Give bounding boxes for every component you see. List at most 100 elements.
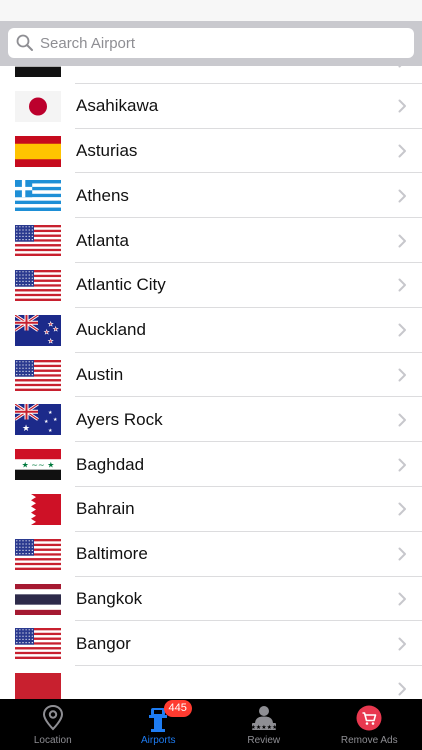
location-pin-icon [42,705,63,731]
airport-row[interactable]: Baltimore [0,532,422,577]
tab-location-label: Location [33,735,72,746]
chevron-right-icon [398,413,406,427]
svg-text:★ ~~ ★: ★ ~~ ★ [22,461,55,470]
flag-image [15,359,61,391]
tab-review-label: Review [247,735,281,746]
airport-name: Atlanta [76,230,129,250]
airport-row[interactable] [0,666,422,699]
airport-row[interactable]: Austin [0,353,422,398]
flag-image: ★ ★ ★ ★ ★ [15,404,61,436]
tab-airports[interactable]: 445 Airports [106,699,212,750]
new-zealand-flag: ★★★★ [15,314,61,346]
airport-name: Asahikawa [76,96,159,116]
search-bar: Search Airport [0,21,422,66]
tab-remove-ads-label: Remove Ads [340,735,398,746]
chevron-right-icon [398,502,406,516]
usa-flag [15,538,61,570]
iraq-flag: ★ ~~ ★ [15,449,61,481]
airport-list[interactable]: ★ ~~ ★ Arbil Asahikawa Asturias Athens Atlant… [0,66,422,699]
svg-text:★: ★ [44,329,49,336]
flag-image [15,90,61,122]
search-icon [16,34,33,51]
chevron-right-icon [398,278,406,292]
tab-bar: Location 445 Airports ★★★★★ Review Remov… [0,699,422,750]
airport-name: Athens [76,185,129,205]
greece-flag [15,180,61,212]
svg-text:★: ★ [44,419,49,425]
reviewer-icon: ★★★★★ [251,706,277,731]
flag-image [15,135,61,167]
airport-row[interactable]: ★ ~~ ★ Baghdad [0,442,422,487]
flag-image [15,538,61,570]
usa-flag [15,225,61,257]
australia-flag: ★★★★★ [15,404,61,436]
chevron-right-icon [398,547,406,561]
tab-remove-ads[interactable]: Remove Ads [317,699,422,750]
airport-name: Bahrain [76,499,135,519]
bahrain-flag [15,493,61,525]
svg-text:★: ★ [48,410,53,416]
flag-image [15,493,61,525]
chevron-right-icon [398,592,406,606]
usa-flag [15,359,61,391]
chevron-right-icon [398,323,406,337]
airport-row[interactable]: ★ ~~ ★ Arbil [0,66,422,84]
tab-airports-label: Airports [141,735,176,746]
svg-text:★: ★ [48,428,53,434]
status-bar [0,0,422,21]
chevron-right-icon [398,66,402,68]
chevron-right-icon [398,637,406,651]
airport-row[interactable]: ★ ★ ★ ★ Auckland [0,308,422,353]
airport-name: Bangor [76,633,131,653]
airport-row[interactable]: Atlantic City [0,263,422,308]
airport-name: Asturias [76,140,138,160]
airport-row[interactable]: Bangkok [0,577,422,622]
chevron-right-icon [398,458,406,472]
partial-flag [15,673,61,699]
flag-image [15,583,61,615]
svg-text:★: ★ [22,424,30,434]
chevron-right-icon [398,189,406,203]
airport-name: Baltimore [76,544,148,564]
flag-image: ★ ~~ ★ [15,66,61,77]
airport-row[interactable]: ★ ★ ★ ★ ★ Ayers Rock [0,397,422,442]
flag-image: ★ ~~ ★ [15,449,61,481]
airport-row[interactable]: Asahikawa [0,84,422,129]
svg-text:★: ★ [48,338,53,345]
thailand-flag [15,583,61,615]
chevron-right-icon [398,682,406,696]
airport-name: Arbil [76,66,110,71]
flag-image [15,269,61,301]
chevron-right-icon [398,99,406,113]
chevron-right-icon [398,368,406,382]
airports-count-badge: 445 [163,700,192,717]
airport-row[interactable]: Asturias [0,129,422,174]
flag-image [15,673,61,699]
airport-row[interactable]: Atlanta [0,218,422,263]
search-input[interactable]: Search Airport [8,28,414,58]
cart-icon [356,705,382,731]
japan-flag [15,90,61,122]
airport-name: Austin [76,364,124,384]
svg-text:★ ~~ ★: ★ ~~ ★ [22,66,55,67]
flag-image: ★ ★ ★ ★ [15,314,61,346]
airport-row[interactable]: Athens [0,173,422,218]
spain-flag [15,135,61,167]
airport-name: Bangkok [76,588,143,608]
airport-row[interactable]: Bahrain [0,487,422,532]
search-placeholder: Search Airport [40,34,136,52]
chevron-right-icon [398,234,406,248]
usa-flag [15,269,61,301]
flag-image [15,180,61,212]
airport-row[interactable]: Bangor [0,621,422,666]
airport-name: Ayers Rock [76,409,163,429]
flag-image [15,628,61,660]
airport-name: Baghdad [76,454,145,474]
chevron-right-icon [398,144,406,158]
svg-text:★: ★ [53,326,58,333]
tab-location[interactable]: Location [0,699,106,750]
flag-image [15,225,61,257]
airport-name: Auckland [76,320,146,340]
svg-text:★★★★★: ★★★★★ [251,724,277,731]
tab-review[interactable]: ★★★★★ Review [211,699,317,750]
